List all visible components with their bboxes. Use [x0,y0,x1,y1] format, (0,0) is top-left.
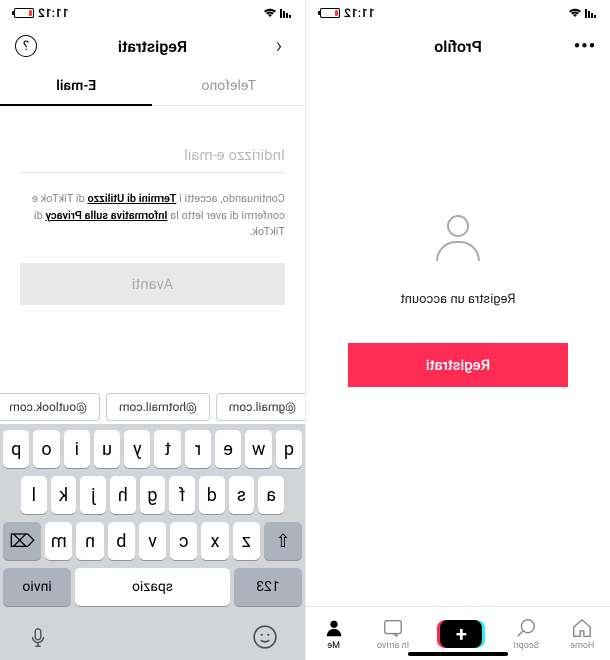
terms-text: Continuando, accetti i Termini di Utiliz… [20,191,285,241]
key-u[interactable]: u [94,430,120,468]
home-indicator[interactable] [408,652,508,656]
key-n[interactable]: n [76,522,103,560]
next-button[interactable]: Avanti [20,263,285,305]
key-p[interactable]: p [3,430,29,468]
email-field[interactable] [20,126,285,173]
signal-icon [585,9,596,18]
email-suggestions: @gmail.com @hotmail.com @outlook.com @ya [0,390,305,424]
terms-link[interactable]: Termini di Utilizzo [87,192,176,205]
mic-icon[interactable] [27,624,49,656]
battery-icon [14,8,34,18]
plus-icon: + [440,620,482,648]
profile-header: ••• Profilo [306,24,610,68]
help-button[interactable]: ? [14,34,38,58]
key-e[interactable]: e [215,430,241,468]
register-button[interactable]: Registrati [348,343,568,387]
tab-phone[interactable]: Telefono [153,68,306,106]
key-t[interactable]: t [155,430,181,468]
suggestion-chip[interactable]: @hotmail.com [106,393,210,421]
key-a[interactable]: a [258,476,284,514]
key-k[interactable]: k [51,476,77,514]
key-h[interactable]: h [110,476,136,514]
home-icon [570,616,594,640]
back-button[interactable]: ‹ [267,34,291,58]
key-o[interactable]: o [33,430,59,468]
key-backspace[interactable]: ⌫ [3,522,41,560]
key-i[interactable]: i [64,430,90,468]
status-time: 11:12 [38,6,69,20]
key-g[interactable]: g [140,476,166,514]
tab-discover[interactable]: Scopri [514,616,539,651]
key-r[interactable]: r [185,430,211,468]
page-title: Registrati [118,37,187,56]
person-icon [322,616,346,640]
signal-icon [280,9,291,18]
battery-icon [320,8,340,18]
tab-email[interactable]: E-mail [0,68,153,106]
keyboard: q w e r t y u i o p a s d f g h j k [0,424,305,660]
key-w[interactable]: w [245,430,271,468]
menu-icon[interactable]: ••• [572,34,596,58]
avatar-placeholder [428,208,488,268]
key-c[interactable]: c [170,522,197,560]
signup-header: ‹ Registrati ? [0,24,305,68]
status-bar: 11:12 [0,0,305,24]
page-title: Profilo [434,37,482,56]
tab-me[interactable]: Me [322,616,346,651]
inbox-icon [381,616,405,640]
key-x[interactable]: x [201,522,228,560]
key-z[interactable]: z [233,522,260,560]
tab-create[interactable]: + [440,620,482,648]
status-bar: 11:12 [306,0,610,24]
emoji-icon[interactable] [252,624,278,656]
key-j[interactable]: j [80,476,106,514]
privacy-link[interactable]: Informativa sulla Privacy [45,209,167,222]
key-return[interactable]: invio [3,568,71,606]
key-numbers[interactable]: 123 [234,568,302,606]
wifi-icon [263,8,277,18]
key-b[interactable]: b [108,522,135,560]
suggestion-chip[interactable]: @outlook.com [0,393,100,421]
register-prompt: Registra un account [400,292,515,307]
key-y[interactable]: y [124,430,150,468]
key-v[interactable]: v [139,522,166,560]
signup-tabs: Telefono E-mail [0,68,305,106]
wifi-icon [568,8,582,18]
key-shift[interactable]: ⇧ [264,522,302,560]
key-l[interactable]: l [21,476,47,514]
key-s[interactable]: s [229,476,255,514]
key-q[interactable]: q [276,430,302,468]
tab-home[interactable]: Home [570,616,594,651]
phone-profile: 11:12 ••• Profilo Registra un account Re… [305,0,610,660]
tab-inbox[interactable]: In arrivo [377,616,409,651]
phone-signup: 11:12 ‹ Registrati ? Telefono E-mail Con… [0,0,305,660]
status-time: 11:12 [344,6,375,20]
search-icon [514,616,538,640]
key-m[interactable]: m [45,522,72,560]
suggestion-chip[interactable]: @gmail.com [216,393,305,421]
key-f[interactable]: f [169,476,195,514]
key-space[interactable]: spazio [75,568,230,606]
help-icon: ? [15,35,37,57]
key-d[interactable]: d [199,476,225,514]
